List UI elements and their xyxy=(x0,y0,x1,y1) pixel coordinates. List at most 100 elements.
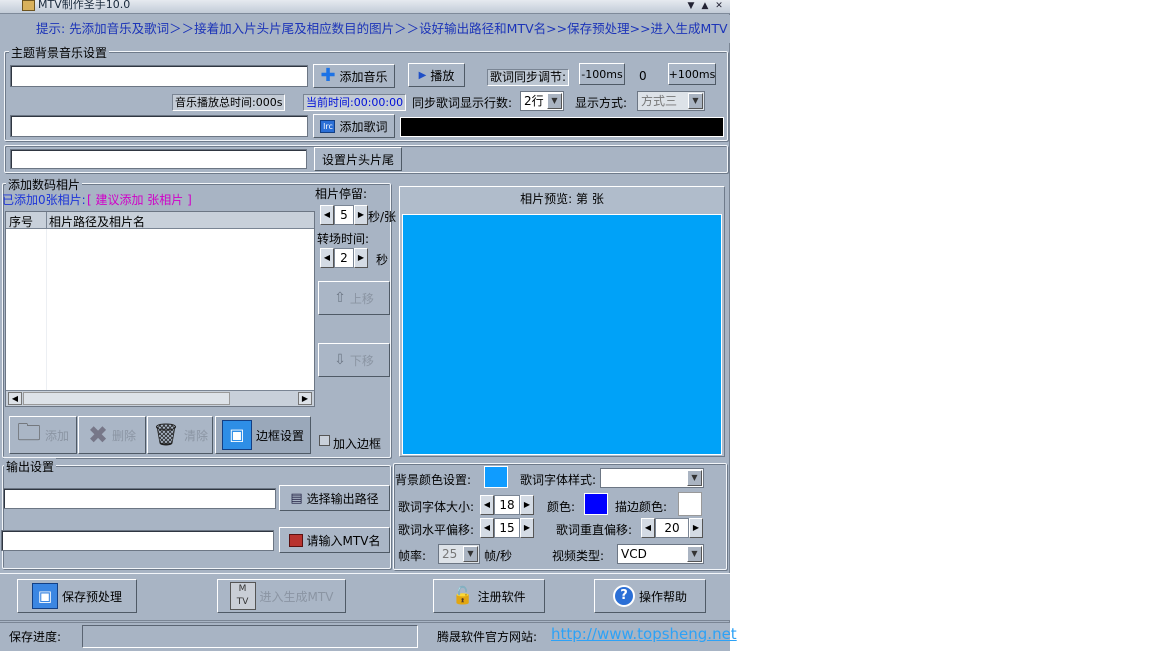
hint-bar: 提示: 先添加音乐及歌词＞＞接着加入片头片尾及相应数目的图片＞＞设好输出路径和M… xyxy=(0,15,730,43)
mtv-name-input[interactable] xyxy=(1,530,274,551)
transition-spinner[interactable]: ◀ 2 ▶ xyxy=(320,248,368,268)
video-type-value: VCD xyxy=(621,547,647,561)
border-settings-button[interactable]: ▣ 边框设置 xyxy=(215,416,311,454)
photo-count: 已添加0张相片: xyxy=(2,193,86,207)
mtv-film-icon: M TV xyxy=(229,582,256,610)
output-panel xyxy=(2,465,391,569)
horizontal-scrollbar[interactable]: ◀ ▶ xyxy=(6,390,314,406)
display-mode-select[interactable]: 方式三 ▼ xyxy=(637,91,705,111)
h-offset-spinner[interactable]: ◀ 15 ▶ xyxy=(480,518,534,538)
plus-icon: ✚ xyxy=(320,65,336,86)
bg-color-swatch[interactable] xyxy=(484,466,508,488)
font-size-spinner[interactable]: ◀ 18 ▶ xyxy=(480,495,534,515)
add-photo-button[interactable]: 🗀 添加 xyxy=(9,416,77,454)
folder-icon: 🗀 xyxy=(16,417,41,446)
decrement-icon[interactable]: ◀ xyxy=(480,495,494,515)
app-window: MTV制作圣手10.0 ▼ ▲ ✕ 提示: 先添加音乐及歌词＞＞接着加入片头片尾… xyxy=(0,0,737,651)
save-preprocess-label: 保存预处理 xyxy=(61,589,122,604)
register-label: 注册软件 xyxy=(477,589,526,604)
fps-select[interactable]: 25 ▼ xyxy=(438,544,480,564)
transition-value[interactable]: 2 xyxy=(334,248,354,268)
add-lyrics-button[interactable]: lrc 添加歌词 xyxy=(313,114,395,138)
lines-label: 同步歌词显示行数: xyxy=(412,96,513,110)
display-mode-value: 方式三 xyxy=(641,94,678,108)
lyrics-preview-box xyxy=(400,117,724,137)
v-offset-spinner[interactable]: ◀ 20 ▶ xyxy=(641,518,703,538)
total-time-display: 音乐播放总时间:000s xyxy=(172,94,286,111)
plus-100ms-button[interactable]: +100ms xyxy=(668,63,716,85)
output-legend: 输出设置 xyxy=(4,458,57,475)
stroke-color-swatch[interactable] xyxy=(678,492,702,516)
enter-mtv-name-button[interactable]: 请输入MTV名 xyxy=(279,527,390,553)
move-down-label: 下移 xyxy=(349,353,374,368)
border-settings-label: 边框设置 xyxy=(255,428,304,443)
h-offset-value[interactable]: 15 xyxy=(494,518,520,538)
increment-icon[interactable]: ▶ xyxy=(354,205,368,225)
video-type-select[interactable]: VCD ▼ xyxy=(617,544,704,564)
col-number[interactable]: 序号 xyxy=(9,213,33,230)
set-header-footer-button[interactable]: 设置片头片尾 xyxy=(314,147,402,171)
help-button[interactable]: ? 操作帮助 xyxy=(594,579,706,613)
choose-output-path-button[interactable]: ▤ 选择输出路径 xyxy=(279,485,390,511)
photo-preview xyxy=(402,214,722,455)
header-footer-path-input[interactable] xyxy=(10,149,307,169)
play-button[interactable]: ▶ 播放 xyxy=(408,63,465,87)
photo-list[interactable]: 序号 相片路径及相片名 ◀ ▶ xyxy=(5,211,315,407)
minimize-icon[interactable]: ▼ xyxy=(684,0,698,12)
lines-value: 2行 xyxy=(524,94,544,108)
preview-panel: 相片预览: 第 张 xyxy=(399,186,725,457)
move-down-button[interactable]: ⇩ 下移 xyxy=(318,343,390,377)
save-preprocess-button[interactable]: ▣ 保存预处理 xyxy=(17,579,137,613)
scroll-thumb[interactable] xyxy=(23,392,230,405)
photo-suggest: [ 建议添加 张相片 ] xyxy=(87,193,192,207)
stay-value[interactable]: 5 xyxy=(334,205,354,225)
music-legend: 主题背景音乐设置 xyxy=(9,44,110,61)
music-path-input[interactable] xyxy=(10,65,308,87)
lyrics-path-input[interactable] xyxy=(10,115,308,137)
bg-color-label: 背景颜色设置: xyxy=(395,473,472,487)
increment-icon[interactable]: ▶ xyxy=(520,518,534,538)
trash-icon: 🗑 xyxy=(152,422,180,448)
transition-unit: 秒 xyxy=(376,253,389,267)
add-border-checkbox[interactable] xyxy=(319,435,330,446)
lyric-color-label: 颜色: xyxy=(547,500,576,514)
add-music-label: 添加音乐 xyxy=(339,69,388,84)
clear-photos-button[interactable]: 🗑 清除 xyxy=(147,416,213,454)
fps-value: 25 xyxy=(442,547,458,561)
col-divider xyxy=(46,212,47,229)
move-up-button[interactable]: ⇧ 上移 xyxy=(318,281,390,315)
minus-100ms-button[interactable]: -100ms xyxy=(579,63,625,85)
decrement-icon[interactable]: ◀ xyxy=(480,518,494,538)
v-offset-value[interactable]: 20 xyxy=(655,518,689,538)
scroll-left-icon[interactable]: ◀ xyxy=(8,392,22,405)
increment-icon[interactable]: ▶ xyxy=(689,518,703,538)
register-button[interactable]: 🔓 注册软件 xyxy=(433,579,545,613)
increment-icon[interactable]: ▶ xyxy=(520,495,534,515)
display-mode-label: 显示方式: xyxy=(575,96,628,110)
lines-select[interactable]: 2行 ▼ xyxy=(520,91,564,111)
sync-label: 歌词同步调节: xyxy=(487,69,570,86)
dropdown-arrow-icon: ▼ xyxy=(688,93,703,109)
close-icon[interactable]: ✕ xyxy=(712,0,726,12)
delete-photo-button[interactable]: ✖ 删除 xyxy=(78,416,146,454)
font-style-select[interactable]: ▼ xyxy=(600,468,704,488)
font-size-value[interactable]: 18 xyxy=(494,495,520,515)
maximize-icon[interactable]: ▲ xyxy=(698,0,712,12)
col-path[interactable]: 相片路径及相片名 xyxy=(49,213,145,230)
enter-mtv-name-label: 请输入MTV名 xyxy=(306,533,381,548)
border-settings-icon: ▣ xyxy=(221,420,252,450)
decrement-icon[interactable]: ◀ xyxy=(320,205,334,225)
add-music-button[interactable]: ✚ 添加音乐 xyxy=(313,64,395,88)
output-path-input[interactable] xyxy=(3,488,276,509)
decrement-icon[interactable]: ◀ xyxy=(641,518,655,538)
website-link[interactable]: http://www.topsheng.net xyxy=(551,625,737,643)
lyric-color-swatch[interactable] xyxy=(584,493,608,515)
dropdown-arrow-icon: ▼ xyxy=(687,470,702,486)
preview-title: 相片预览: 第 张 xyxy=(520,192,604,206)
decrement-icon[interactable]: ◀ xyxy=(320,248,334,268)
enter-generate-button[interactable]: M TV 进入生成MTV xyxy=(217,579,346,613)
dropdown-arrow-icon: ▼ xyxy=(463,546,478,562)
scroll-right-icon[interactable]: ▶ xyxy=(298,392,312,405)
increment-icon[interactable]: ▶ xyxy=(354,248,368,268)
stay-spinner[interactable]: ◀ 5 ▶ xyxy=(320,205,368,225)
